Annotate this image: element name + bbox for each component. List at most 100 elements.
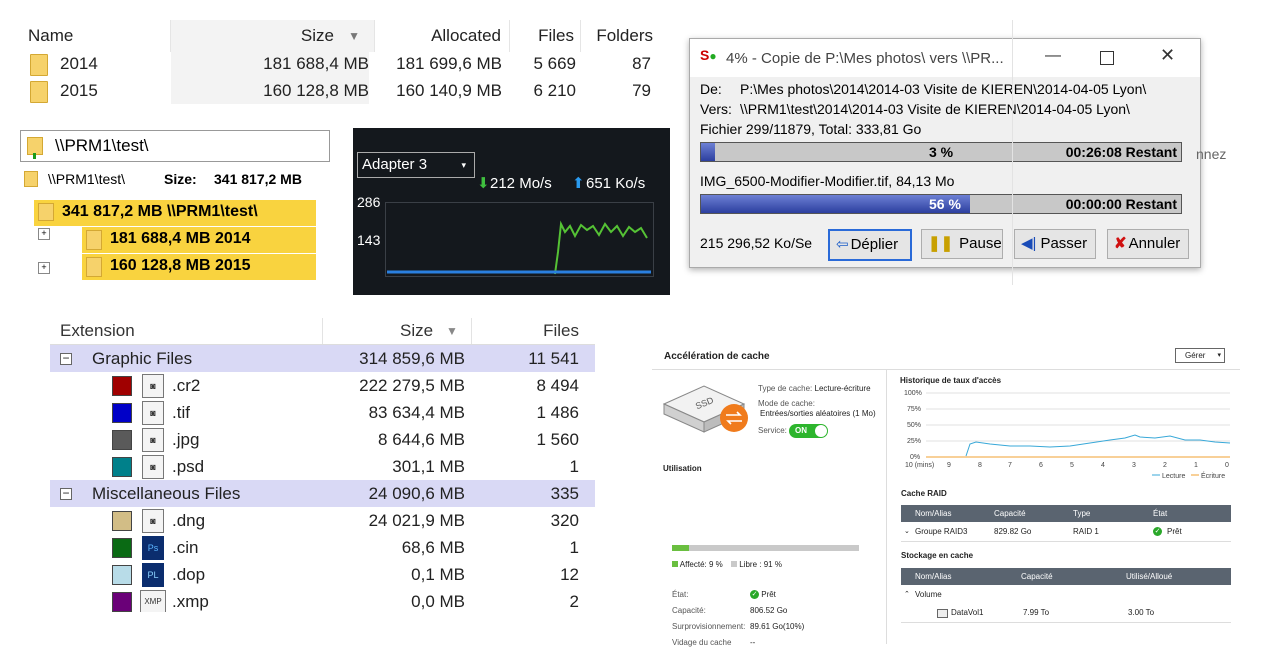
category-name: Graphic Files xyxy=(92,349,193,368)
pause-icon: ❚❚ xyxy=(928,235,954,252)
column-header-folders-label: Folders xyxy=(596,26,653,45)
category-files: 335 xyxy=(550,484,579,503)
download-series-line xyxy=(554,220,648,275)
column-header-name[interactable]: Name xyxy=(22,20,171,52)
path-bar[interactable]: \\PRM1\test\ xyxy=(20,130,330,162)
pause-button[interactable]: ❚❚ Pause xyxy=(921,229,1003,259)
size-value: 341 817,2 MB xyxy=(214,171,302,187)
tree-root-item[interactable]: 341 817,2 MB \\PRM1\test\ xyxy=(34,200,316,226)
row-name: 2014 xyxy=(60,54,98,73)
extension-row[interactable]: ◙ .psd 301,1 MB 1 xyxy=(50,453,595,480)
copy-dialog: S● 4% - Copie de P:\Mes photos\ vers \\P… xyxy=(689,38,1201,268)
extension-files: 1 xyxy=(569,538,579,557)
row-size: 181 688,4 MB xyxy=(171,50,369,77)
column-header-size[interactable]: Size xyxy=(400,318,433,344)
file-remaining-time: 00:00:00 Restant xyxy=(1065,196,1177,212)
storage-group-row[interactable]: ⌃ Volume xyxy=(901,586,1231,603)
maximize-button[interactable] xyxy=(1100,51,1114,65)
table-row[interactable]: 2015 160 128,8 MB 160 140,9 MB 6 210 79 xyxy=(22,77,662,104)
expand-toggle[interactable]: + xyxy=(38,228,50,240)
column-header-files[interactable]: Files xyxy=(543,318,579,344)
adapter-select[interactable]: Adapter 3 ▾ xyxy=(357,152,475,178)
column-header-size[interactable]: Size ▼ xyxy=(171,20,375,52)
y-tick-label: 50% xyxy=(907,422,921,429)
usage-legend: Affecté: 9 % Libre : 91 % xyxy=(672,560,782,569)
category-row[interactable]: − Graphic Files 314 859,6 MB 11 541 xyxy=(50,345,595,372)
extension-row[interactable]: ◙ .tif 83 634,4 MB 1 486 xyxy=(50,399,595,426)
expand-toggle[interactable]: + xyxy=(38,262,50,274)
image-file-icon: ◙ xyxy=(142,455,164,479)
category-row[interactable]: − Miscellaneous Files 24 090,6 MB 335 xyxy=(50,480,595,507)
column-header-extension[interactable]: Extension xyxy=(60,318,135,344)
sort-down-icon: ▼ xyxy=(446,324,458,338)
divider xyxy=(652,369,1240,370)
storage-header-used: Utilisé/Alloué xyxy=(1126,572,1173,581)
raid-table-header: Nom/Alias Capacité Type État xyxy=(901,505,1231,522)
extension-size: 222 279,5 MB xyxy=(359,376,465,395)
x-tick-label: 7 xyxy=(1008,462,1012,469)
service-toggle[interactable]: ON xyxy=(789,424,828,438)
cache-type-line: Type de cache: Lecture-écriture xyxy=(758,384,871,393)
extension-files: 12 xyxy=(560,565,579,584)
x-tick-label: 1 xyxy=(1194,462,1198,469)
manage-dropdown[interactable]: Gérer ▾ xyxy=(1175,348,1225,363)
x-tick-label: 5 xyxy=(1070,462,1074,469)
extension-size: 301,1 MB xyxy=(392,457,465,476)
toggle-knob xyxy=(815,425,827,437)
table-row[interactable]: 2014 181 688,4 MB 181 699,6 MB 5 669 87 xyxy=(22,50,662,77)
extension-row[interactable]: PL .dop 0,1 MB 12 xyxy=(50,561,595,588)
upload-rate: 651 Ko/s xyxy=(586,175,646,192)
skip-button[interactable]: ◀| Passer xyxy=(1014,229,1096,259)
tree-view-panel: \\PRM1\test\ \\PRM1\test\ Size: 341 817,… xyxy=(20,128,330,281)
y-axis-mid: 143 xyxy=(357,232,381,248)
storage-table-header: Nom/Alias Capacité Utilisé/Alloué xyxy=(901,568,1231,585)
raid-row-type: RAID 1 xyxy=(1073,527,1099,536)
minimize-button[interactable]: — xyxy=(1045,47,1061,65)
column-header-files[interactable]: Files xyxy=(510,20,581,52)
extension-name: .cin xyxy=(172,538,199,557)
extension-row[interactable]: ◙ .cr2 222 279,5 MB 8 494 xyxy=(50,372,595,399)
tree-item-label: 160 128,8 MB 2015 xyxy=(110,257,251,274)
tree-item[interactable]: 181 688,4 MB 2014 xyxy=(82,227,316,253)
path-text: \\PRM1\test\ xyxy=(55,136,149,155)
table-row[interactable]: ⌄ Groupe RAID3 829.82 Go RAID 1 ✓ Prêt xyxy=(901,522,1231,542)
network-monitor-panel: Adapter 3 ▾ ⬇ 212 Mo/s ⬆ 651 Ko/s 286 14… xyxy=(353,128,670,295)
extension-files: 1 xyxy=(569,457,579,476)
status-value-line: ✓ Prêt xyxy=(750,590,776,600)
raid-header-capacity: Capacité xyxy=(994,509,1026,518)
sort-down-icon: ▼ xyxy=(348,29,360,43)
collapse-toggle[interactable]: − xyxy=(60,487,72,500)
chevron-up-icon[interactable]: ⌃ xyxy=(904,586,910,603)
chevron-down-icon: ▾ xyxy=(1217,352,1221,359)
column-header-folders[interactable]: Folders xyxy=(581,20,661,52)
app-logo-icon: S● xyxy=(700,47,717,63)
column-header-allocated[interactable]: Allocated xyxy=(375,20,510,52)
storage-group-name: Volume xyxy=(915,590,942,599)
extension-row[interactable]: ◙ .jpg 8 644,6 MB 1 560 xyxy=(50,426,595,453)
chart-gridlines xyxy=(926,392,1230,442)
column-header-name-label: Name xyxy=(28,26,74,45)
folder-icon xyxy=(30,53,48,76)
extension-name: .xmp xyxy=(172,592,209,611)
cache-flush-value: -- xyxy=(750,638,756,647)
extension-row[interactable]: Ps .cin 68,6 MB 1 xyxy=(50,534,595,561)
collapse-toggle[interactable]: − xyxy=(60,352,72,365)
extension-size: 8 644,6 MB xyxy=(378,430,465,449)
extension-row[interactable]: ◙ .dng 24 021,9 MB 320 xyxy=(50,507,595,534)
color-swatch xyxy=(112,430,132,450)
tree-item[interactable]: 160 128,8 MB 2015 xyxy=(82,254,316,280)
row-folders: 87 xyxy=(632,54,651,73)
row-allocated: 160 140,9 MB xyxy=(396,81,502,100)
x-tick-label: 0 xyxy=(1225,462,1229,469)
capacity-value: 806.52 Go xyxy=(750,606,788,615)
table-row[interactable]: DataVol1 7.99 To 3.00 To xyxy=(901,603,1231,623)
chevron-down-icon[interactable]: ⌄ xyxy=(904,522,910,541)
cancel-button[interactable]: ✘ Annuler xyxy=(1107,229,1189,259)
read-series-line xyxy=(965,434,1231,457)
row-files: 6 210 xyxy=(533,81,576,100)
close-button[interactable]: ✕ xyxy=(1160,45,1175,66)
column-divider xyxy=(471,318,472,344)
expand-button[interactable]: ⇦ Déplier xyxy=(828,229,912,261)
extension-row[interactable]: XMP .xmp 0,0 MB 2 xyxy=(50,588,595,612)
row-name: 2015 xyxy=(60,81,98,100)
